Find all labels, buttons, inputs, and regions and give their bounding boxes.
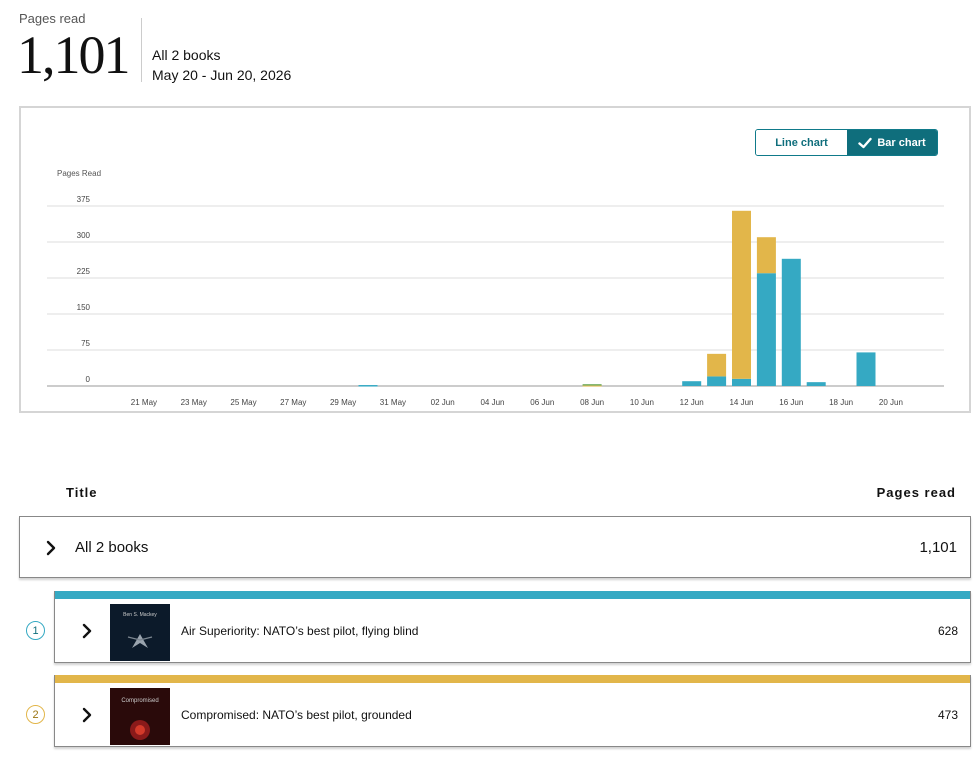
book-count: 628 (937, 624, 958, 638)
bar (756, 237, 776, 274)
y-tick-label: 75 (81, 339, 90, 348)
books-scope: All 2 books (152, 47, 221, 63)
x-tick-label: 31 May (380, 398, 406, 407)
y-tick-label: 0 (86, 375, 91, 384)
x-tick-label: 23 May (181, 398, 207, 407)
x-tick-label: 06 Jun (530, 398, 554, 407)
chart-panel: Pages Read 375 300 225 150 75 0 21 May 23 May 25 … (19, 106, 971, 413)
y-tick-label: 375 (77, 195, 91, 204)
rank-badge: 2 (26, 705, 45, 724)
bar (856, 352, 876, 386)
book-color-bar (55, 591, 970, 599)
all-books-row[interactable]: All 2 books 1,101 (19, 516, 971, 578)
summary-divider (141, 18, 142, 82)
bar (358, 385, 378, 387)
pages-read-total: 1,101 (17, 25, 130, 85)
x-tick-label: 18 Jun (829, 398, 853, 407)
book-row[interactable]: Ben S. Mackey Air Superiority: NATO’s be… (54, 591, 971, 663)
bar (806, 382, 826, 386)
x-tick-label: 10 Jun (630, 398, 654, 407)
chart-type-toggle: Line chart Bar chart (755, 129, 938, 156)
check-icon (858, 136, 873, 150)
chevron-right-icon[interactable] (42, 539, 60, 557)
bar (732, 378, 751, 386)
book-title: Compromised: NATO’s best pilot, grounded (181, 708, 412, 722)
book-color-bar (55, 675, 970, 683)
x-tick-label: 02 Jun (431, 398, 455, 407)
date-range: May 20 - Jun 20, 2026 (152, 67, 292, 83)
all-books-label: All 2 books (75, 539, 149, 556)
book-title: Air Superiority: NATO’s best pilot, flyi… (181, 624, 419, 638)
bar (682, 381, 702, 386)
all-books-count: 1,101 (919, 539, 957, 556)
bar (732, 210, 751, 379)
x-tick-label: 27 May (280, 398, 306, 407)
x-tick-label: 08 Jun (580, 398, 604, 407)
line-chart-button[interactable]: Line chart (756, 130, 847, 155)
y-axis-label: Pages Read (57, 169, 101, 178)
book-count: 473 (937, 708, 958, 722)
x-tick-label: 21 May (131, 398, 157, 407)
book-cover: Compromised (110, 688, 170, 745)
bar (582, 384, 602, 386)
column-header-pages: Pages read (876, 485, 956, 500)
bar-chart-label: Bar chart (877, 136, 926, 149)
y-tick-label: 150 (77, 303, 91, 312)
column-header-title: Title (66, 485, 98, 500)
x-tick-label: 29 May (330, 398, 356, 407)
line-chart-label: Line chart (775, 136, 828, 149)
chevron-right-icon[interactable] (78, 622, 96, 640)
book-cover: Ben S. Mackey (110, 604, 170, 661)
rank-badge: 1 (26, 621, 45, 640)
x-tick-label: 14 Jun (729, 398, 753, 407)
x-tick-label: 04 Jun (480, 398, 504, 407)
y-tick-label: 225 (77, 267, 91, 276)
bar (781, 258, 801, 386)
x-tick-label: 12 Jun (680, 398, 704, 407)
bar (707, 353, 727, 377)
chevron-right-icon[interactable] (78, 706, 96, 724)
y-tick-label: 300 (77, 231, 91, 240)
x-tick-label: 16 Jun (779, 398, 803, 407)
x-tick-label: 25 May (230, 398, 256, 407)
x-tick-label: 20 Jun (879, 398, 903, 407)
book-row[interactable]: Compromised Compromised: NATO’s best pil… (54, 675, 971, 747)
bar-chart-button[interactable]: Bar chart (847, 130, 937, 155)
bar (756, 273, 776, 386)
bar (707, 376, 727, 386)
